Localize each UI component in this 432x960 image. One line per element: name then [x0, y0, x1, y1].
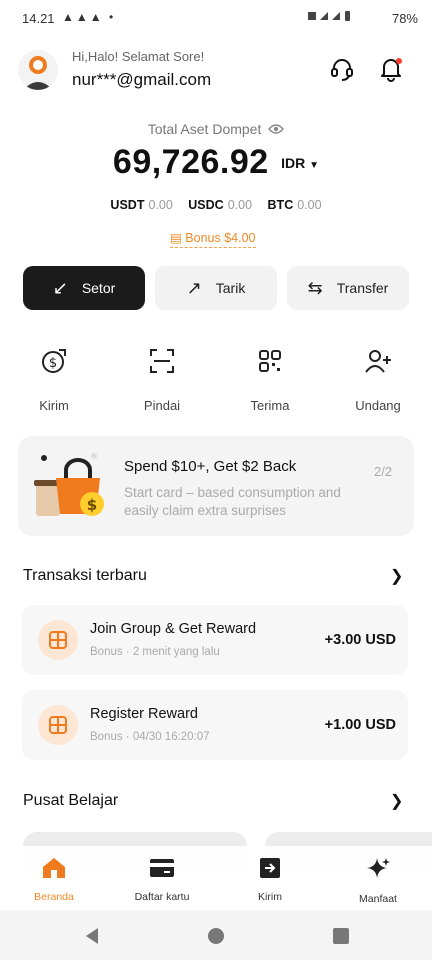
nav-label: Kirim	[258, 891, 282, 903]
greeting-text: Hi,Halo! Selamat Sore!	[72, 49, 205, 64]
quick-action-label: Pindai	[143, 398, 181, 413]
status-time: 14.21	[22, 11, 55, 26]
card-icon	[108, 856, 216, 885]
send-icon	[216, 856, 324, 885]
coin-value: 0.00	[227, 198, 253, 212]
sparkle-icon	[324, 856, 432, 887]
arrow-up-right-icon: ↗	[186, 277, 202, 298]
svg-text:$: $	[49, 356, 57, 371]
quick-action-terima[interactable]: Terima	[225, 344, 315, 413]
deposit-button[interactable]: ↙ Setor	[23, 266, 145, 310]
nav-label: Manfaat	[359, 893, 397, 905]
eye-icon[interactable]	[268, 123, 285, 135]
invite-user-icon	[333, 344, 423, 378]
coin-value: 0.00	[297, 198, 322, 212]
coin-name: USDT	[110, 198, 145, 212]
qr-code-icon	[225, 344, 315, 378]
home-circle-icon[interactable]	[207, 927, 225, 950]
status-left-icons: ▲▲▲ •	[62, 10, 116, 24]
total-assets-text: Total Aset Dompet	[147, 121, 262, 137]
signal-icon	[308, 11, 350, 21]
status-right-icons	[308, 10, 352, 25]
support-headset-icon[interactable]	[329, 56, 355, 82]
promo-title: Spend $10+, Get $2 Back	[124, 458, 297, 475]
caret-down-icon: ▼	[309, 159, 320, 171]
recents-icon[interactable]	[333, 928, 349, 949]
gift-box-icon	[38, 705, 78, 745]
send-dollar-icon: $	[9, 344, 99, 378]
promo-page-indicator: 2/2	[374, 464, 393, 479]
chevron-right-icon[interactable]: ❯	[390, 566, 403, 586]
notification-bell-icon[interactable]	[378, 56, 404, 82]
avatar[interactable]	[18, 50, 58, 90]
coin-balances: USDT 0.00 USDC 0.00 BTC 0.00	[0, 198, 432, 212]
bonus-link[interactable]: ▤ Bonus $4.00	[170, 230, 256, 248]
svg-text:$: $	[87, 496, 97, 514]
recent-transactions-title: Transaksi terbaru	[23, 567, 147, 584]
coin-name: USDC	[188, 198, 224, 212]
scan-icon	[117, 344, 207, 378]
gift-icon: ▤	[170, 231, 182, 245]
balance-amount: 69,726.92	[112, 143, 269, 181]
transaction-title: Register Reward	[90, 706, 198, 722]
transaction-amount: +1.00 USD	[324, 717, 396, 733]
withdraw-button[interactable]: ↗ Tarik	[155, 266, 277, 310]
quick-action-label: Kirim	[39, 398, 69, 413]
transaction-subtitle: Bonus · 2 menit yang lalu	[90, 646, 220, 658]
nav-manfaat[interactable]: Manfaat	[324, 856, 432, 905]
arrow-down-left-icon: ↙	[52, 277, 68, 298]
transfer-label: Transfer	[336, 280, 389, 296]
promo-subtitle: Start card – based consumption and easil…	[124, 485, 341, 518]
withdraw-label: Tarik	[215, 280, 246, 296]
battery-level: 78%	[391, 11, 418, 26]
nav-beranda[interactable]: Beranda	[0, 856, 108, 903]
transfer-button[interactable]: ⇆ Transfer	[287, 266, 409, 310]
quick-action-pindai[interactable]: Pindai	[117, 344, 207, 413]
user-email: nur***@gmail.com	[72, 70, 212, 89]
home-icon	[0, 856, 108, 885]
currency-label: IDR	[281, 154, 306, 171]
transaction-title: Join Group & Get Reward	[90, 621, 257, 637]
quick-action-label: Undang	[355, 398, 401, 413]
coin-value: 0.00	[148, 198, 173, 212]
status-bar: 14.21 ▲▲▲ • 78%	[0, 0, 432, 36]
transaction-subtitle: Bonus · 04/30 16:20:07	[90, 731, 210, 743]
transaction-amount: +3.00 USD	[324, 632, 396, 648]
total-assets-label: Total Aset Dompet	[0, 121, 432, 137]
nav-kirim[interactable]: Kirim	[216, 856, 324, 903]
balance-row: 69,726.92 IDR ▼	[0, 143, 432, 182]
currency-selector[interactable]: IDR ▼	[281, 155, 319, 171]
quick-action-label: Terima	[250, 398, 290, 413]
learning-center-title: Pusat Belajar	[23, 792, 119, 809]
transfer-arrows-icon: ⇆	[307, 277, 323, 298]
nav-label: Daftar kartu	[134, 891, 190, 903]
gift-box-icon	[38, 620, 78, 660]
shopping-bag-icon: $	[34, 452, 114, 527]
nav-daftar-kartu[interactable]: Daftar kartu	[108, 856, 216, 903]
bonus-text: Bonus $4.00	[185, 231, 256, 245]
chevron-right-icon[interactable]: ❯	[390, 791, 403, 811]
nav-label: Beranda	[34, 891, 74, 903]
quick-action-kirim[interactable]: $ Kirim	[9, 344, 99, 413]
deposit-label: Setor	[81, 280, 116, 296]
coin-name: BTC	[267, 198, 294, 212]
back-icon[interactable]	[84, 927, 100, 950]
avatar-icon	[18, 50, 58, 90]
quick-action-undang[interactable]: Undang	[333, 344, 423, 413]
